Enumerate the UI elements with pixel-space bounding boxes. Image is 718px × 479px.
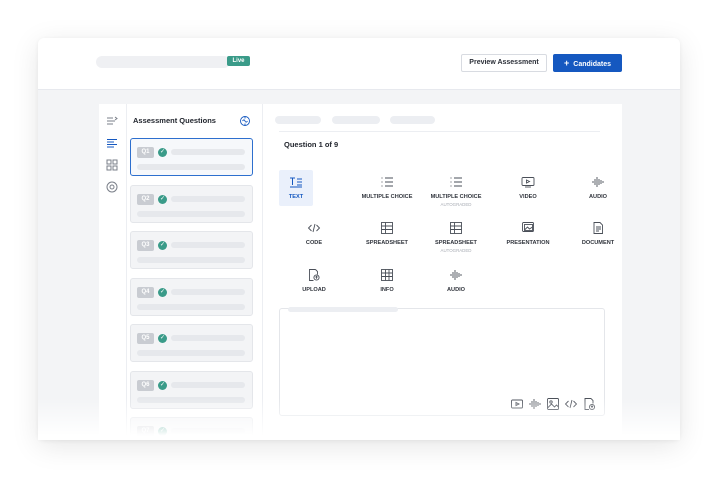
answer-type-label: AUDIO xyxy=(446,287,466,293)
answer-editor-label-placeholder xyxy=(288,307,398,312)
check-icon: ✓ xyxy=(158,148,167,157)
answer-type-video[interactable]: VIDEO xyxy=(493,170,563,206)
question-title-placeholder xyxy=(171,381,245,388)
answer-type-label: INFO xyxy=(380,287,394,293)
workspace: Assessment Questions Q1 ✓ Q2 ✓ Q3 ✓ Q4 ✓ Q5 ✓ Q6 ✓ Q… xyxy=(99,104,622,440)
question-title-placeholder xyxy=(171,195,245,202)
top-bar: Live Preview Assessment + Candidates xyxy=(38,38,680,90)
question-title-placeholder xyxy=(171,288,245,295)
check-icon: ✓ xyxy=(158,334,167,343)
grid-icon[interactable] xyxy=(105,158,119,172)
question-body-placeholder xyxy=(137,303,245,310)
editor-tab[interactable] xyxy=(390,116,435,124)
answer-type-document[interactable]: DOCUMENT xyxy=(563,216,633,252)
editor-tab[interactable] xyxy=(332,116,380,124)
question-body-placeholder xyxy=(137,350,245,356)
answer-type-spreadsheet[interactable]: SPREADSHEET xyxy=(352,216,422,252)
answer-type-info[interactable]: INFO xyxy=(352,263,422,299)
answer-type-upload[interactable]: UPLOAD xyxy=(279,263,349,299)
preview-assessment-button[interactable]: Preview Assessment xyxy=(461,54,547,72)
question-number: Q3 xyxy=(137,240,154,251)
answer-type-code[interactable]: CODE xyxy=(279,216,349,252)
side-rail xyxy=(99,104,127,440)
questions-panel-title: Assessment Questions xyxy=(133,116,216,125)
answer-type-label: TEXT xyxy=(288,194,304,200)
answer-type-label: UPLOAD xyxy=(302,287,326,293)
audio-wave-icon xyxy=(591,176,605,188)
spreadsheet-icon xyxy=(380,222,394,234)
answer-type-presentation[interactable]: PRESENTATION xyxy=(493,216,563,252)
check-icon: ✓ xyxy=(158,241,167,250)
question-card[interactable]: Q1 ✓ xyxy=(130,138,253,176)
question-card[interactable]: Q5 ✓ xyxy=(130,324,253,362)
presentation-icon xyxy=(521,222,535,234)
answer-type-audio[interactable]: AUDIO xyxy=(421,263,491,299)
question-card[interactable]: Q4 ✓ xyxy=(130,277,253,316)
audio-wave-icon xyxy=(449,269,463,281)
tab-divider xyxy=(279,131,600,132)
question-card[interactable]: Q2 ✓ xyxy=(130,184,253,223)
document-icon xyxy=(591,222,605,234)
answer-type-text[interactable]: TEXT xyxy=(279,170,313,206)
answer-type-multiple-choice-autograded[interactable]: MULTIPLE CHOICE AUTOGRADED xyxy=(421,170,491,207)
list-icon xyxy=(380,176,394,188)
status-badge: Live xyxy=(227,56,250,66)
answer-type-label: SPREADSHEET xyxy=(366,240,408,246)
question-body-placeholder xyxy=(137,257,245,263)
answer-type-label: VIDEO xyxy=(519,194,537,200)
text-format-icon xyxy=(289,176,303,188)
answer-type-label: AUDIO xyxy=(588,194,608,200)
code-icon xyxy=(307,222,321,234)
answer-type-label: MULTIPLE CHOICE xyxy=(430,194,482,200)
list-icon xyxy=(449,176,463,188)
settings-icon[interactable] xyxy=(105,180,119,194)
plus-icon: + xyxy=(564,58,570,68)
spreadsheet-icon xyxy=(449,222,463,234)
check-icon: ✓ xyxy=(158,287,167,297)
candidates-button[interactable]: + Candidates xyxy=(553,54,622,72)
question-number: Q2 xyxy=(137,193,154,205)
answer-type-label: CODE xyxy=(305,240,323,246)
app-window: Live Preview Assessment + Candidates Asse… xyxy=(38,38,680,440)
question-body-placeholder xyxy=(137,164,245,170)
editor-tab[interactable] xyxy=(275,116,321,124)
check-icon: ✓ xyxy=(158,194,167,204)
answer-type-audio[interactable]: AUDIO xyxy=(563,170,633,206)
question-number: Q1 xyxy=(137,147,154,158)
answer-type-label: SPREADSHEET xyxy=(435,240,477,246)
question-body-placeholder xyxy=(137,210,245,217)
answer-type-label: PRESENTATION xyxy=(506,240,550,246)
bottom-fade-overlay xyxy=(38,398,680,440)
video-icon xyxy=(521,176,535,188)
answer-type-label: MULTIPLE CHOICE xyxy=(361,194,413,200)
check-icon: ✓ xyxy=(158,380,167,390)
question-counter: Question 1 of 9 xyxy=(284,140,339,149)
questions-list-icon[interactable] xyxy=(105,136,119,150)
question-title-placeholder xyxy=(171,149,245,155)
assessment-title-placeholder xyxy=(96,56,230,68)
candidates-button-label: Candidates xyxy=(573,61,611,68)
upload-icon xyxy=(307,269,321,281)
table-icon xyxy=(380,269,394,281)
answer-type-sublabel: AUTOGRADED xyxy=(440,202,472,207)
answer-type-spreadsheet-autograded[interactable]: SPREADSHEET AUTOGRADED xyxy=(421,216,491,253)
answer-type-sublabel: AUTOGRADED xyxy=(440,248,472,253)
question-title-placeholder xyxy=(171,335,245,341)
question-editor: Question 1 of 9 TEXT MULTIPLE CHOICE MULTI… xyxy=(263,104,622,440)
ai-brain-icon[interactable] xyxy=(239,115,251,127)
questions-panel: Assessment Questions Q1✓Q2✓Q3✓Q4✓Q5✓Q6✓Q… xyxy=(127,104,263,440)
question-number: Q4 xyxy=(137,286,154,298)
question-number: Q5 xyxy=(137,333,154,344)
answer-type-multiple-choice[interactable]: MULTIPLE CHOICE xyxy=(352,170,422,206)
question-title-placeholder xyxy=(171,242,245,248)
question-card[interactable]: Q3 ✓ xyxy=(130,231,253,269)
answer-type-label: DOCUMENT xyxy=(581,240,615,246)
collapse-sidebar-icon[interactable] xyxy=(105,114,119,128)
question-number: Q6 xyxy=(137,379,154,391)
